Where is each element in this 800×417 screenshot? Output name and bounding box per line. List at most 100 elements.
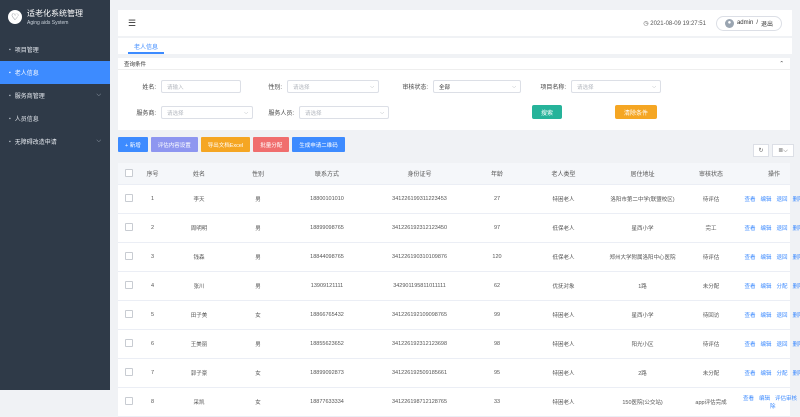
chevron-down-icon: ⌵ bbox=[244, 109, 248, 116]
chevron-down-icon: ⌵ bbox=[652, 83, 656, 90]
row-elder-type: 低保老人 bbox=[552, 255, 575, 261]
clear-button[interactable]: 清除条件 bbox=[615, 105, 657, 119]
export-excel-button[interactable]: 导出文档Excel bbox=[200, 137, 251, 152]
row-action-link[interactable]: 删除 bbox=[793, 284, 800, 290]
staff-select[interactable]: 请选择 ⌵ bbox=[299, 106, 389, 119]
row-gender: 男 bbox=[255, 255, 261, 261]
row-action-link[interactable]: 查看 bbox=[744, 284, 755, 290]
sidebar-item-accessibility[interactable]: ▪ 无障碍改造申请 ⌵ bbox=[0, 130, 110, 153]
sidebar-item-elderly[interactable]: ▪ 老人信息 bbox=[0, 61, 110, 84]
search-button[interactable]: 搜索 bbox=[532, 105, 562, 119]
row-action-link[interactable]: 评估审核 bbox=[775, 396, 797, 402]
col-header: 姓名 bbox=[192, 172, 205, 178]
row-id-number: 341226192509185661 bbox=[391, 370, 448, 376]
row-action-link[interactable]: 退回 bbox=[777, 342, 788, 348]
row-phone: 18899098765 bbox=[310, 225, 344, 231]
row-number: 3 bbox=[150, 254, 155, 260]
row-action-link[interactable]: 分配 bbox=[777, 284, 788, 290]
menu-bullet-icon: ▪ bbox=[9, 92, 11, 99]
table-header: 序号 姓名 性别 联系方式 身份证号 年龄 老人类型 居住地址 审核状态 操作 bbox=[118, 163, 790, 185]
hamburger-menu-icon[interactable]: ☰ bbox=[128, 18, 136, 29]
row-elder-type: 低保老人 bbox=[552, 226, 575, 232]
row-action-link[interactable]: 查看 bbox=[744, 226, 755, 232]
row-checkbox[interactable] bbox=[125, 397, 133, 405]
generate-qrcode-button[interactable]: 生成申请二维码 bbox=[292, 137, 345, 152]
row-action-link[interactable]: 查看 bbox=[743, 396, 754, 402]
row-action-link[interactable]: 删除 bbox=[793, 371, 800, 377]
row-checkbox[interactable] bbox=[125, 310, 133, 318]
refresh-icon[interactable]: ↻ bbox=[753, 144, 769, 157]
row-action-link[interactable]: 删除 bbox=[793, 226, 800, 232]
provider-select[interactable]: 请选择 ⌵ bbox=[161, 106, 253, 119]
gender-select[interactable]: 请选择 ⌵ bbox=[287, 80, 379, 93]
row-actions: 查看编辑评估审核删除 bbox=[738, 394, 800, 410]
table-row: 7 郭子豪 女 18899092873 341226192509185661 95 特困老人… bbox=[118, 359, 800, 388]
row-checkbox[interactable] bbox=[125, 368, 133, 376]
assess-settings-button[interactable]: 评估内容设置 bbox=[150, 137, 198, 152]
row-actions: 查看编辑退回删除 bbox=[738, 224, 800, 232]
row-action-link[interactable]: 编辑 bbox=[760, 255, 771, 261]
row-action-link[interactable]: 查看 bbox=[744, 255, 755, 261]
row-action-link[interactable]: 编辑 bbox=[760, 313, 771, 319]
col-header: 审核状态 bbox=[698, 172, 723, 178]
select-all-checkbox[interactable] bbox=[125, 168, 133, 177]
separator: / bbox=[756, 20, 758, 26]
add-button[interactable]: + 新增 bbox=[118, 137, 148, 152]
row-checkbox[interactable] bbox=[125, 223, 133, 231]
row-action-link[interactable]: 编辑 bbox=[760, 226, 771, 232]
row-name: 采凯 bbox=[193, 400, 205, 406]
row-action-link[interactable]: 编辑 bbox=[760, 284, 771, 290]
sidebar-item-projects[interactable]: ▪ 项目管理 bbox=[0, 38, 110, 61]
row-checkbox[interactable] bbox=[125, 281, 133, 289]
name-input[interactable]: 请输入 bbox=[161, 80, 241, 93]
username: admin bbox=[736, 20, 754, 26]
row-action-link[interactable]: 退回 bbox=[777, 313, 788, 319]
row-number: 2 bbox=[150, 225, 155, 231]
audit-select[interactable]: 全部 ⌵ bbox=[433, 80, 521, 93]
user-menu[interactable]: ● admin / 退出 bbox=[715, 15, 782, 31]
columns-icon[interactable]: ≣⌵ bbox=[772, 144, 794, 157]
row-action-link[interactable]: 查看 bbox=[744, 342, 755, 348]
chevron-down-icon: ⌵ bbox=[370, 83, 374, 90]
datetime-display: ◷ 2021-08-09 19:27:51 bbox=[643, 20, 706, 27]
batch-assign-button[interactable]: 批量分配 bbox=[253, 137, 290, 152]
row-action-link[interactable]: 删除 bbox=[793, 197, 800, 203]
row-action-link[interactable]: 删除 bbox=[793, 342, 800, 348]
sidebar-item-staff[interactable]: ▪ 人员信息 bbox=[0, 107, 110, 130]
row-action-link[interactable]: 查看 bbox=[744, 197, 755, 203]
sidebar-item-providers[interactable]: ▪ 服务商管理 ⌵ bbox=[0, 84, 110, 107]
row-action-link[interactable]: 编辑 bbox=[760, 342, 771, 348]
row-checkbox[interactable] bbox=[125, 194, 133, 202]
logout-link[interactable]: 退出 bbox=[761, 19, 773, 28]
row-actions: 查看编辑退回删除 bbox=[738, 340, 800, 348]
row-action-link[interactable]: 删除 bbox=[793, 255, 800, 261]
sidebar-item-label: 无障碍改造申请 bbox=[14, 140, 57, 146]
row-action-link[interactable]: 退回 bbox=[777, 255, 788, 261]
row-age: 95 bbox=[493, 370, 501, 376]
row-action-link[interactable]: 查看 bbox=[744, 313, 755, 319]
row-name: 郭子豪 bbox=[190, 371, 208, 377]
tab-elderly-info[interactable]: 老人信息 bbox=[128, 40, 165, 54]
col-header: 居住地址 bbox=[630, 172, 655, 178]
row-action-link[interactable]: 分配 bbox=[777, 371, 788, 377]
filter-audit-row: 审核状态: 全部 ⌵ bbox=[388, 80, 521, 93]
sidebar: ♡ 适老化系统管理 Aging aids System ▪ 项目管理 ▪ 老人信… bbox=[0, 0, 110, 390]
row-checkbox[interactable] bbox=[125, 339, 133, 347]
row-name: 李天 bbox=[193, 197, 205, 203]
sidebar-item-label: 老人信息 bbox=[14, 71, 39, 77]
row-action-link[interactable]: 退回 bbox=[777, 226, 788, 232]
table-row: 8 采凯 女 18877633334 341226198712128765 33 特困老人 1… bbox=[118, 388, 797, 417]
row-action-link[interactable]: 编辑 bbox=[760, 371, 771, 377]
row-action-link[interactable]: 退回 bbox=[777, 197, 788, 203]
row-action-link[interactable]: 编辑 bbox=[760, 197, 771, 203]
row-age: 98 bbox=[493, 341, 501, 347]
row-phone: 13909121111 bbox=[310, 283, 344, 289]
chevron-up-icon[interactable]: ⌃ bbox=[779, 61, 784, 67]
row-action-link[interactable]: 编辑 bbox=[759, 396, 770, 402]
row-id-number: 341226190310109876 bbox=[391, 254, 448, 260]
row-checkbox[interactable] bbox=[125, 252, 133, 260]
project-select[interactable]: 请选择 ⌵ bbox=[571, 80, 661, 93]
heart-icon: ♡ bbox=[8, 10, 22, 24]
row-action-link[interactable]: 查看 bbox=[744, 371, 755, 377]
row-action-link[interactable]: 删除 bbox=[793, 313, 800, 319]
